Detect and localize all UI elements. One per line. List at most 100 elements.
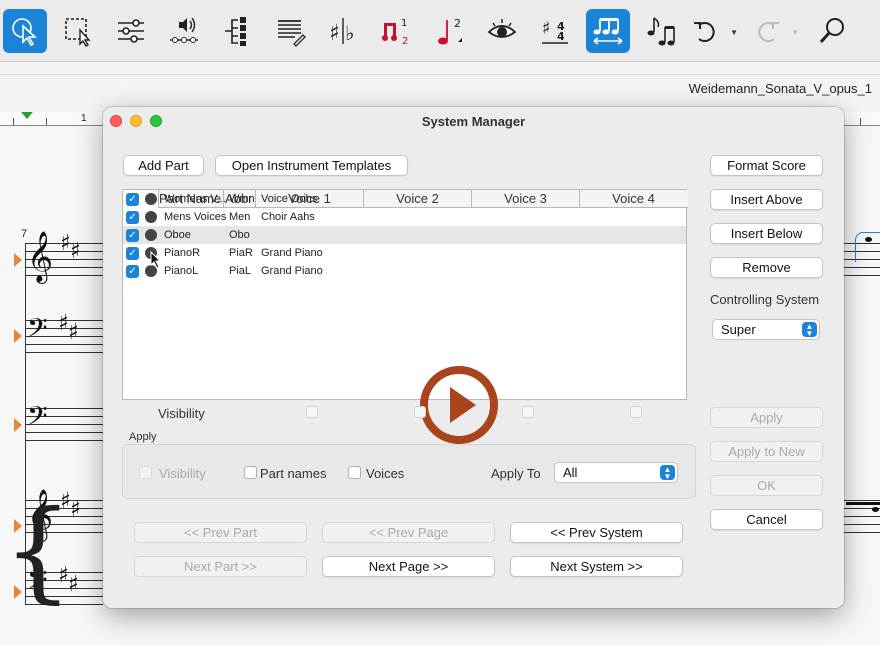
- speaker-tool-button[interactable]: [162, 9, 206, 53]
- open-instrument-templates-button[interactable]: Open Instrument Templates: [215, 155, 408, 176]
- prev-system-button[interactable]: << Prev System: [510, 522, 683, 543]
- part-voice1-cell[interactable]: Choir Aahs: [261, 211, 361, 223]
- apply-to-label: Apply To: [491, 466, 541, 481]
- apply-to-new-button[interactable]: Apply to New: [710, 441, 823, 462]
- part-visible-checkbox[interactable]: ✓: [126, 229, 139, 242]
- hierarchy-tool-button[interactable]: [215, 9, 259, 53]
- part-abbr-cell[interactable]: PiaR: [229, 247, 261, 259]
- text-tool-button[interactable]: [268, 9, 312, 53]
- selection-tool-button[interactable]: [3, 9, 47, 53]
- staff-marker-icon[interactable]: [14, 329, 22, 343]
- brace-icon: {: [3, 486, 73, 614]
- part-abbr-cell[interactable]: Men: [229, 211, 261, 223]
- svg-text:♯: ♯: [542, 18, 551, 39]
- redo-dropdown-icon[interactable]: ▼: [791, 28, 799, 37]
- tuplet-tool-button[interactable]: 1 2: [374, 9, 418, 53]
- treble-clef-icon: 𝄞: [27, 231, 54, 282]
- apply-voices-label: Voices: [366, 466, 405, 481]
- part-name-cell[interactable]: Oboe: [164, 229, 228, 241]
- part-name-cell[interactable]: Womens V...: [164, 193, 228, 205]
- controlling-system-select[interactable]: Super ▲ ▼: [712, 319, 820, 340]
- remove-button[interactable]: Remove: [710, 257, 823, 278]
- part-abbr-cell[interactable]: Obo: [229, 229, 261, 241]
- ok-button[interactable]: OK: [710, 475, 823, 496]
- ruler-marker-label: 1: [81, 113, 87, 124]
- part-name-cell[interactable]: PianoL: [164, 265, 228, 277]
- apply-part-names-label: Part names: [260, 466, 327, 481]
- voice1-visibility-checkbox[interactable]: [306, 406, 318, 418]
- notehead: [865, 237, 872, 242]
- svg-text:2: 2: [454, 17, 461, 30]
- hierarchy-icon: [225, 17, 246, 46]
- next-page-button[interactable]: Next Page >>: [322, 556, 495, 577]
- part-status-dot-icon[interactable]: [145, 229, 157, 241]
- part-visible-checkbox[interactable]: ✓: [126, 265, 139, 278]
- table-row[interactable]: ✓ PianoR PiaR Grand Piano: [123, 244, 686, 262]
- next-part-button[interactable]: Next Part >>: [134, 556, 307, 577]
- redo-button[interactable]: ▼: [745, 9, 799, 53]
- search-button[interactable]: [811, 9, 855, 53]
- part-voice1-cell[interactable]: Voice Oohs: [261, 193, 361, 205]
- note-beam: [846, 502, 880, 505]
- part-abbr-cell[interactable]: PiaL: [229, 265, 261, 277]
- marquee-tool-button[interactable]: [56, 9, 100, 53]
- voice4-visibility-checkbox[interactable]: [630, 406, 642, 418]
- part-voice1-cell[interactable]: Grand Piano: [261, 247, 361, 259]
- main-toolbar: ♯ ♭ 1 2 2 ♯ 4 4 ▼ ▼: [0, 0, 880, 62]
- accidentals-tool-button[interactable]: ♯ ♭: [321, 9, 365, 53]
- dialog-titlebar[interactable]: System Manager: [103, 107, 844, 135]
- accidentals-icon: ♯ ♭: [329, 18, 354, 46]
- sharp-icon: ♯: [68, 320, 79, 345]
- voice2-visibility-checkbox[interactable]: [414, 406, 426, 418]
- next-system-button[interactable]: Next System >>: [510, 556, 683, 577]
- prev-page-button[interactable]: << Prev Page: [322, 522, 495, 543]
- speaker-icon: [170, 17, 198, 43]
- apply-button[interactable]: Apply: [710, 407, 823, 428]
- insert-above-button[interactable]: Insert Above: [710, 189, 823, 210]
- part-status-dot-icon[interactable]: [145, 193, 157, 205]
- undo-dropdown-icon[interactable]: ▼: [730, 28, 738, 37]
- part-status-dot-icon[interactable]: [145, 211, 157, 223]
- key-time-tool-button[interactable]: ♯ 4 4: [533, 9, 577, 53]
- part-visible-checkbox[interactable]: ✓: [126, 247, 139, 260]
- apply-visibility-checkbox[interactable]: [139, 466, 152, 479]
- voice3-visibility-checkbox[interactable]: [522, 406, 534, 418]
- part-visible-checkbox[interactable]: ✓: [126, 193, 139, 206]
- svg-text:1: 1: [401, 18, 407, 29]
- part-visible-checkbox[interactable]: ✓: [126, 211, 139, 224]
- part-voice1-cell[interactable]: Grand Piano: [261, 265, 361, 277]
- apply-voices-checkbox[interactable]: [348, 466, 361, 479]
- visibility-label: Visibility: [158, 406, 205, 421]
- svg-text:4: 4: [557, 30, 565, 43]
- note-entry-tool-button[interactable]: [639, 9, 683, 53]
- part-name-cell[interactable]: PianoR: [164, 247, 228, 259]
- sharp-icon: ♯: [70, 239, 81, 264]
- ruler-marker-icon[interactable]: [21, 112, 33, 119]
- parts-table[interactable]: Part Name Abbr Voice 1 Voice 2 Voice 3 V…: [122, 189, 688, 444]
- svg-text:♭: ♭: [345, 21, 354, 45]
- insert-below-button[interactable]: Insert Below: [710, 223, 823, 244]
- table-row[interactable]: ✓ Mens Voices Men Choir Aahs: [123, 208, 686, 226]
- cancel-button[interactable]: Cancel: [710, 509, 823, 530]
- part-abbr-cell[interactable]: Wmn: [229, 193, 261, 205]
- prev-part-button[interactable]: << Prev Part: [134, 522, 307, 543]
- bass-clef-icon: 𝄢: [27, 312, 48, 350]
- mouse-cursor-icon: [150, 251, 162, 269]
- view-tool-button[interactable]: [480, 9, 524, 53]
- mixer-tool-button[interactable]: [109, 9, 153, 53]
- play-icon[interactable]: [419, 365, 499, 445]
- select-arrows-icon: ▲ ▼: [660, 465, 675, 481]
- format-score-button[interactable]: Format Score: [710, 155, 823, 176]
- table-row-selected[interactable]: ✓ Oboe Obo: [123, 226, 686, 244]
- apply-part-names-checkbox[interactable]: [244, 466, 257, 479]
- part-name-cell[interactable]: Mens Voices: [164, 211, 228, 223]
- table-row[interactable]: ✓ Womens V... Wmn Voice Oohs: [123, 190, 686, 208]
- apply-to-select[interactable]: All ▲ ▼: [554, 462, 678, 483]
- note-superscript-tool-button[interactable]: 2: [427, 9, 471, 53]
- staff-marker-icon[interactable]: [14, 253, 22, 267]
- add-part-button[interactable]: Add Part: [123, 155, 204, 176]
- undo-button[interactable]: ▼: [684, 9, 738, 53]
- staff-marker-icon[interactable]: [14, 418, 22, 432]
- beam-tool-button[interactable]: [586, 9, 630, 53]
- table-row[interactable]: ✓ PianoL PiaL Grand Piano: [123, 262, 686, 280]
